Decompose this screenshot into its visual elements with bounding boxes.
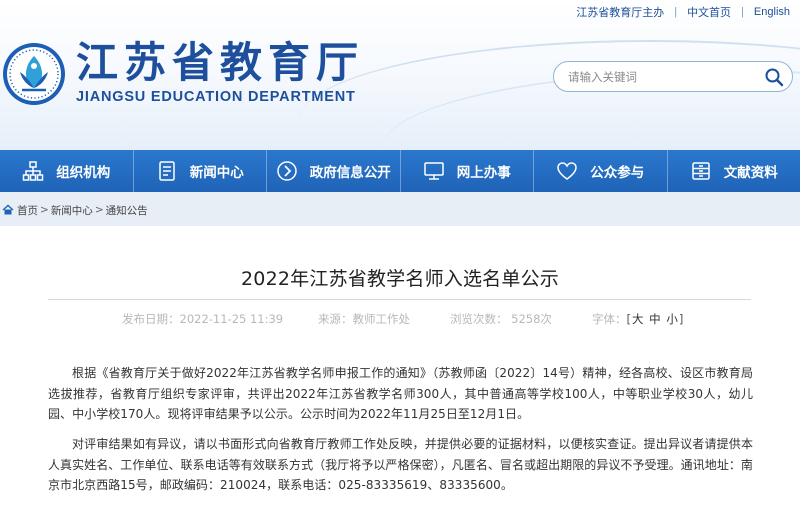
nav-item-label: 公众参与 (590, 165, 645, 181)
info-circle-icon (277, 161, 297, 181)
top-links: 江苏省教育厅主办 | 中文首页 | English (576, 4, 790, 20)
font-size-control: 字体：[大 中 小] (592, 311, 683, 327)
search-icon[interactable] (764, 67, 784, 87)
nav-item-gov-info[interactable]: 政府信息公开 (267, 150, 401, 192)
separator: | (741, 6, 744, 18)
nav-item-label: 政府信息公开 (309, 165, 391, 181)
logo-emblem-icon[interactable] (2, 42, 66, 106)
nav-item-documents[interactable]: 文献资料 (668, 150, 800, 192)
host-link[interactable]: 江苏省教育厅主办 (576, 4, 664, 20)
site-subtitle: JIANGSU EDUCATION DEPARTMENT (76, 89, 356, 105)
nav-item-label: 文献资料 (723, 165, 778, 181)
english-link[interactable]: English (754, 6, 790, 18)
site-header: 江苏省教育厅主办 | 中文首页 | English 江苏省教育厅 JIANGSU… (0, 0, 800, 150)
nav-item-label: 新闻中心 (189, 165, 244, 181)
breadcrumb-separator: > (94, 204, 104, 216)
font-medium-button[interactable]: 中 (648, 312, 662, 326)
article-paragraph: 根据《省教育厅关于做好2022年江苏省教学名师申报工作的通知》（苏教师函〔202… (48, 366, 753, 421)
nav-item-participation[interactable]: 公众参与 (534, 150, 668, 192)
breadcrumb-notices[interactable]: 通知公告 (106, 203, 148, 218)
nav-item-label: 网上办事 (456, 165, 511, 181)
search-box (553, 61, 793, 92)
monitor-icon (424, 162, 444, 180)
heart-icon (557, 162, 578, 180)
article-title: 2022年江苏省教学名师入选名单公示 (241, 268, 559, 290)
font-size-bracket: ] (678, 312, 684, 326)
article-source: 来源：教师工作处 (318, 312, 410, 326)
nav-item-organization[interactable]: 组织机构 (0, 150, 134, 192)
chinese-home-link[interactable]: 中文首页 (687, 4, 731, 20)
breadcrumb-news[interactable]: 新闻中心 (51, 203, 93, 218)
nav-item-news[interactable]: 新闻中心 (134, 150, 267, 192)
breadcrumb-separator: > (40, 204, 49, 216)
document-icon (159, 161, 175, 181)
nav-item-label: 组织机构 (56, 165, 111, 181)
separator: | (674, 6, 678, 18)
search-input[interactable] (568, 69, 763, 84)
publish-date: 发布日期：2022-11-25 11:39 (122, 312, 284, 326)
breadcrumb: 首页 > 新闻中心 > 通知公告 (0, 199, 800, 221)
site-title[interactable]: 江苏省教育厅 (76, 40, 364, 86)
article-paragraph: 对评审结果如有异议，请以书面形式向省教育厅教师工作处反映，并提供必要的证据材料，… (48, 437, 753, 492)
font-small-button[interactable]: 小 (665, 312, 679, 326)
home-icon (2, 204, 14, 215)
font-large-button[interactable]: 大 (631, 312, 645, 326)
breadcrumb-home[interactable]: 首页 (17, 203, 38, 218)
article-container: 2022年江苏省教学名师入选名单公示 发布日期：2022-11-25 11:39… (0, 226, 800, 508)
title-divider (48, 299, 751, 300)
nav-item-online-service[interactable]: 网上办事 (401, 150, 534, 192)
font-size-label: 字体： (592, 312, 627, 326)
view-count: 浏览次数： 5258次 (450, 312, 552, 326)
article-meta: 发布日期：2022-11-25 11:39 来源：教师工作处 浏览次数： 525… (0, 311, 800, 329)
archive-icon (692, 162, 710, 180)
main-nav: 组织机构 新闻中心 政府信息公开 网上办事 公众参与 文献资料 (0, 150, 800, 192)
org-chart-icon (23, 161, 44, 181)
